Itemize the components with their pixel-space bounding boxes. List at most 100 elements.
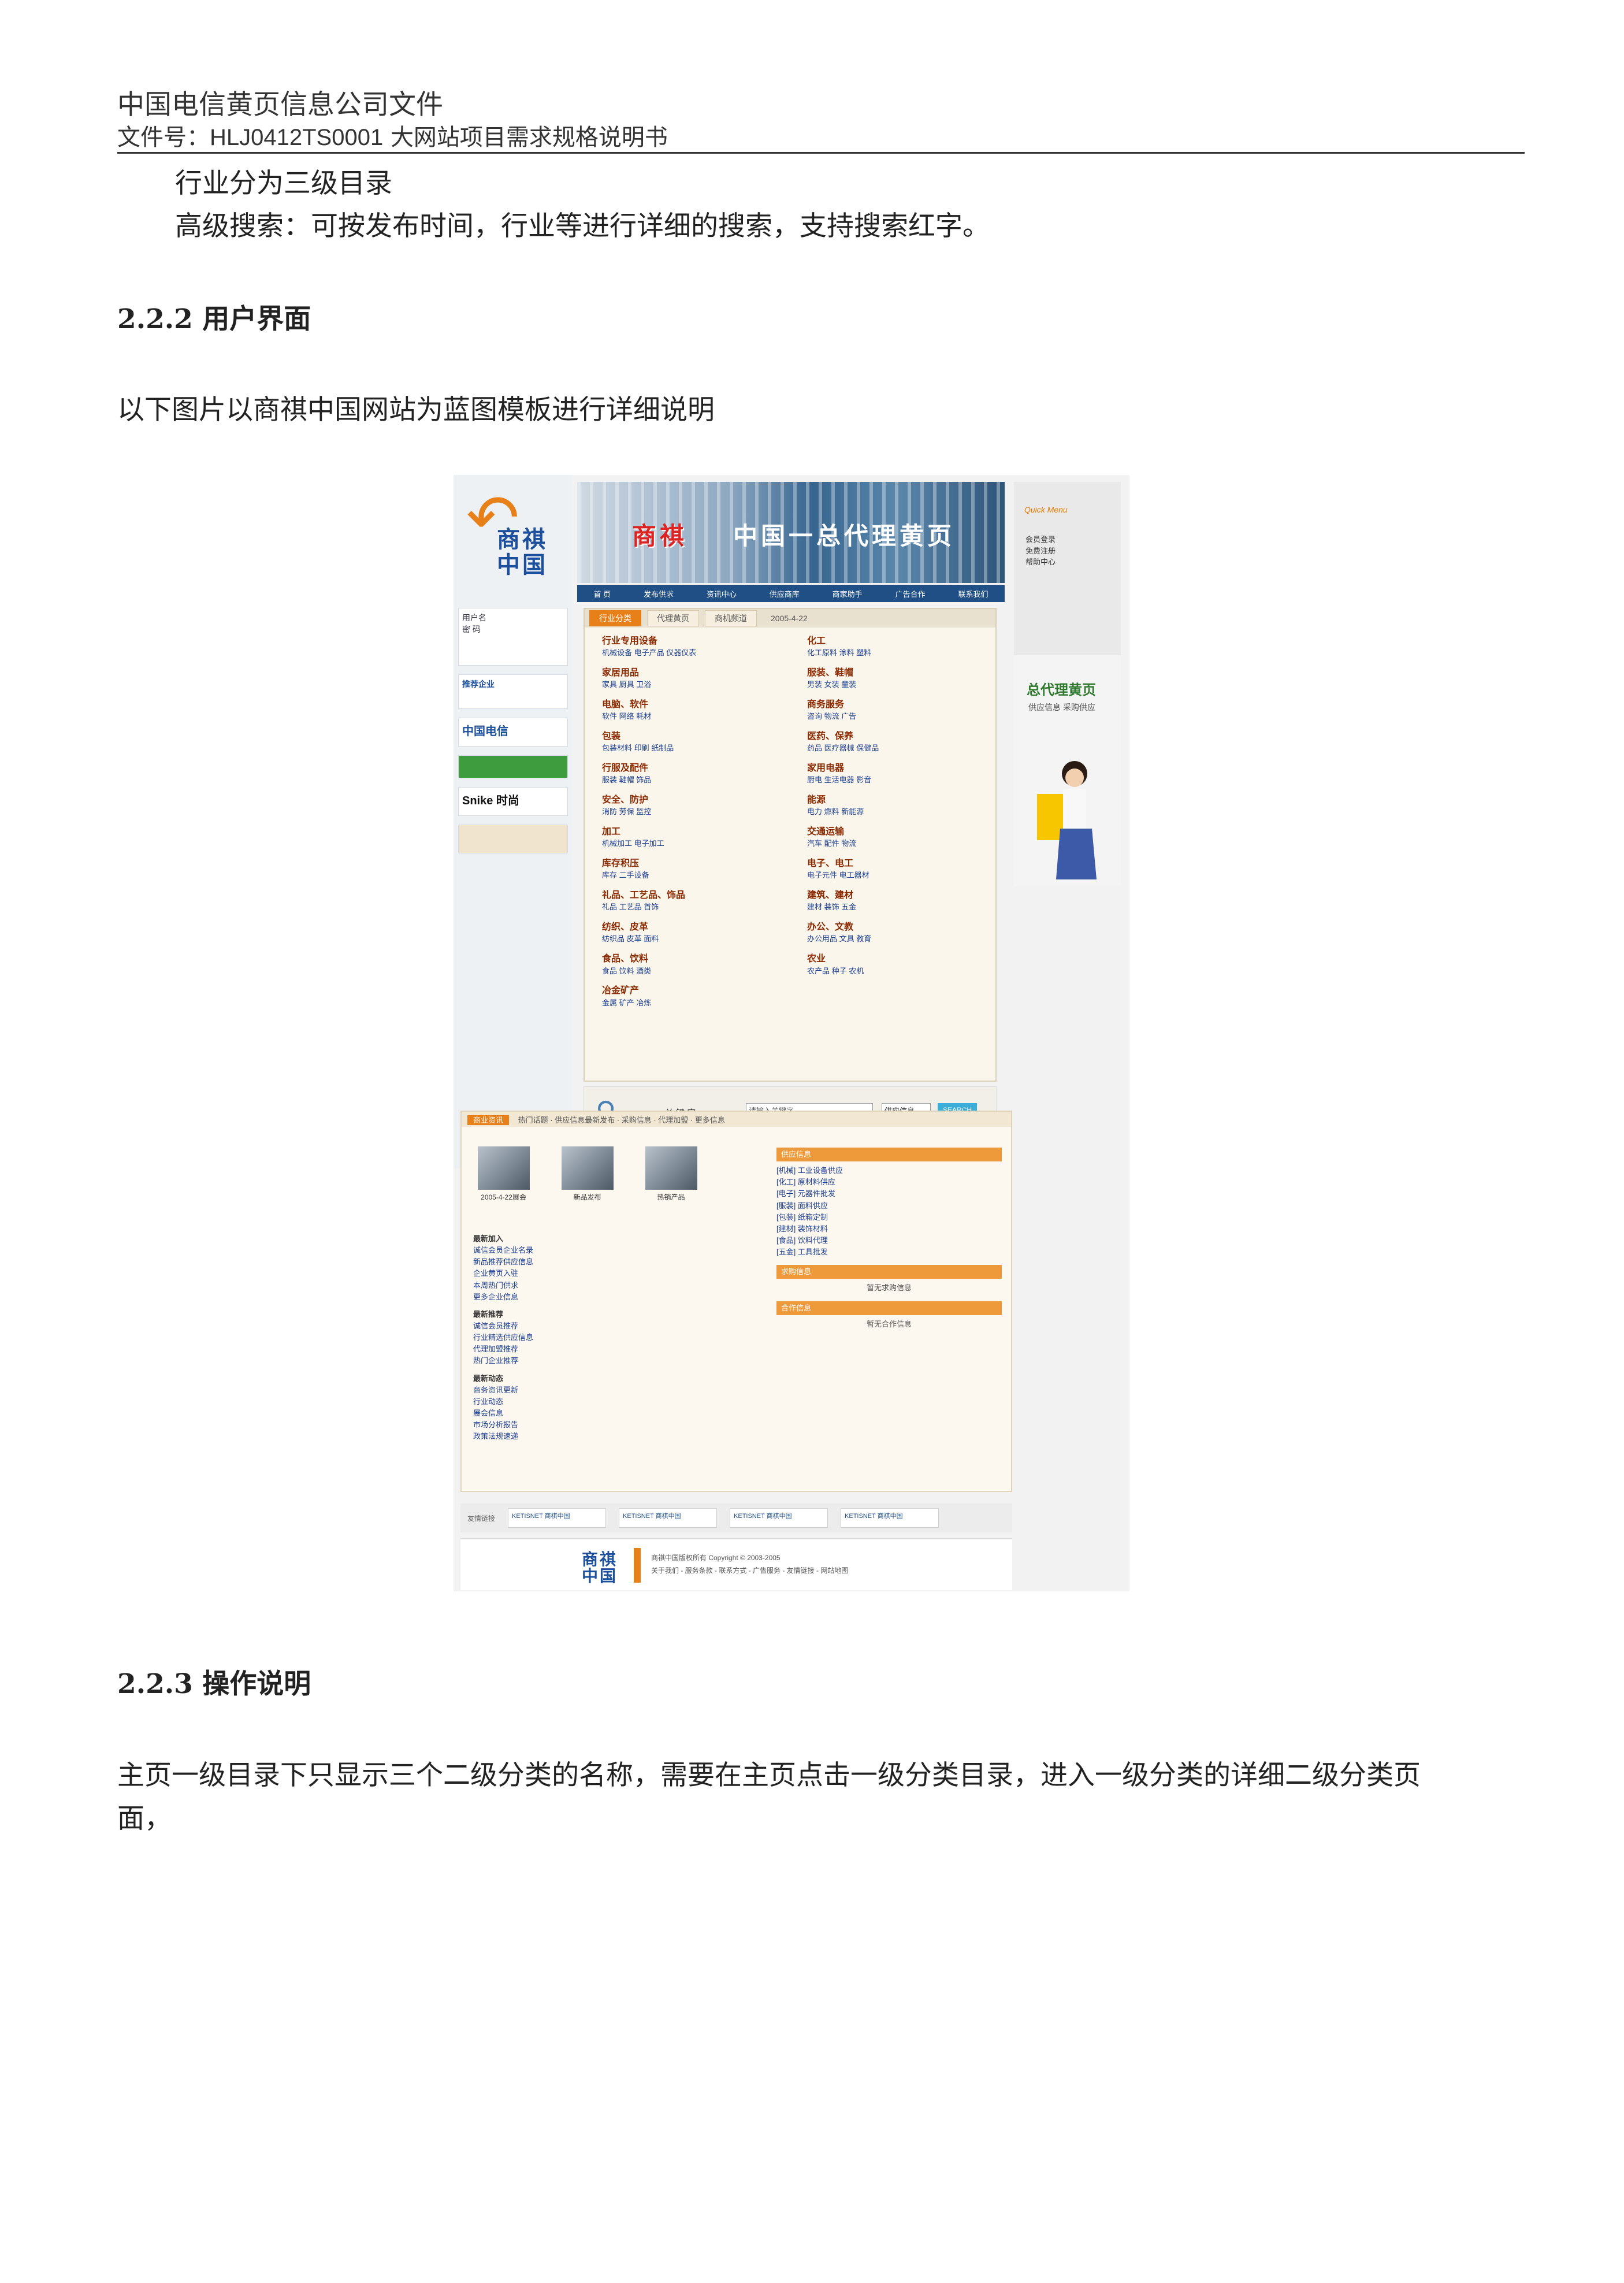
category-item[interactable]: 服装、鞋帽 男装 女装 童装 [807,666,992,691]
news-tag[interactable]: 商业资讯 [467,1115,510,1125]
thumb-image[interactable] [645,1146,697,1190]
list-item[interactable]: 更多企业信息 [473,1291,750,1303]
list-item[interactable]: 行业动态 [473,1396,750,1408]
cat-heading[interactable]: 电脑、软件 [602,698,787,711]
partner-box[interactable]: KETISNET 商祺中国 [619,1508,718,1528]
cat-heading[interactable]: 加工 [602,825,787,838]
list-item[interactable]: 诚信会员企业名录 [473,1245,750,1256]
list-item[interactable]: 展会信息 [473,1408,750,1419]
category-item[interactable]: 交通运输 汽车 配件 物流 [807,825,992,849]
nav-suppliers[interactable]: 供应商库 [770,588,800,599]
thumb-item[interactable]: 新品发布 [557,1146,618,1202]
brand-china-telecom[interactable]: 中国电信 [458,718,568,747]
list-item[interactable]: 代理加盟推荐 [473,1343,750,1355]
category-item[interactable]: 加工 机械加工 电子加工 [602,825,787,849]
list-item[interactable]: 市场分析报告 [473,1419,750,1431]
category-item[interactable]: 家用电器 厨电 生活电器 影音 [807,762,992,786]
list-item[interactable]: [建材] 装饰材料 [776,1223,1002,1235]
category-item[interactable]: 医药、保养 药品 医疗器械 保健品 [807,730,992,754]
ticker-text[interactable]: 热门话题 · 供应信息最新发布 · 采购信息 · 代理加盟 · 更多信息 [518,1116,725,1124]
cat-subs[interactable]: 服装 鞋帽 饰品 [602,775,787,786]
list-item[interactable]: 热门企业推荐 [473,1355,750,1367]
cat-heading[interactable]: 建筑、建材 [807,889,992,902]
nav-publish[interactable]: 发布供求 [644,588,674,599]
cat-subs[interactable]: 纺织品 皮革 面料 [602,934,787,945]
brand-snike[interactable]: Snike 时尚 [458,787,568,816]
partner-box[interactable]: KETISNET 商祺中国 [730,1508,828,1528]
cat-subs[interactable]: 库存 二手设备 [602,870,787,881]
category-item[interactable]: 建筑、建材 建材 装饰 五金 [807,889,992,913]
brand-emblem[interactable] [458,825,568,853]
nav-contact[interactable]: 联系我们 [958,588,988,599]
thumb-image[interactable] [477,1146,530,1190]
list-item[interactable]: 商务资讯更新 [473,1384,750,1396]
cat-subs[interactable]: 农产品 种子 农机 [807,966,992,977]
cat-heading[interactable]: 包装 [602,730,787,743]
thumb-caption[interactable]: 2005-4-22展会 [481,1193,526,1201]
tab-agent[interactable]: 代理黄页 [647,610,699,626]
partner-box[interactable]: KETISNET 商祺中国 [508,1508,607,1528]
thumb-image[interactable] [561,1146,614,1190]
thumb-caption[interactable]: 新品发布 [573,1193,601,1201]
cat-subs[interactable]: 消防 劳保 监控 [602,807,787,818]
cat-heading[interactable]: 医药、保养 [807,730,992,743]
cat-heading[interactable]: 交通运输 [807,825,992,838]
cat-subs[interactable]: 电力 燃料 新能源 [807,807,992,818]
cat-heading[interactable]: 能源 [807,793,992,807]
tab-industry[interactable]: 行业分类 [589,610,641,626]
category-item[interactable]: 纺织、皮革 纺织品 皮革 面料 [602,920,787,945]
cat-heading[interactable]: 化工 [807,634,992,648]
cat-subs[interactable]: 厨电 生活电器 影音 [807,775,992,786]
cat-heading[interactable]: 冶金矿产 [602,984,787,997]
category-item[interactable]: 电脑、软件 软件 网络 耗材 [602,698,787,722]
cat-heading[interactable]: 安全、防护 [602,793,787,807]
nav-home[interactable]: 首 页 [593,588,611,599]
cat-subs[interactable]: 咨询 物流 广告 [807,711,992,722]
cat-heading[interactable]: 食品、饮料 [602,952,787,966]
cat-heading[interactable]: 商务服务 [807,698,992,711]
cat-subs[interactable]: 化工原料 涂料 塑料 [807,648,992,659]
footer-links[interactable]: 关于我们 - 服务条款 - 联系方式 - 广告服务 - 友情链接 - 网站地图 [651,1565,848,1577]
cat-subs[interactable]: 食品 饮料 酒类 [602,966,787,977]
brand-badge-green[interactable] [458,755,568,778]
cat-heading[interactable]: 农业 [807,952,992,966]
quick-link-login[interactable]: 会员登录 [1025,534,1056,545]
thumb-item[interactable]: 热销产品 [641,1146,701,1202]
cat-subs[interactable]: 包装材料 印刷 纸制品 [602,743,787,754]
cat-subs[interactable]: 办公用品 文具 教育 [807,934,992,945]
cat-subs[interactable]: 药品 医疗器械 保健品 [807,743,992,754]
cat-subs[interactable]: 建材 装饰 五金 [807,902,992,913]
thumb-caption[interactable]: 热销产品 [657,1193,685,1201]
list-item[interactable]: 本周热门供求 [473,1280,750,1291]
cat-subs[interactable]: 男装 女装 童装 [807,680,992,691]
cat-subs[interactable]: 电子元件 电工器材 [807,870,992,881]
category-item[interactable]: 安全、防护 消防 劳保 监控 [602,793,787,818]
side-login-box[interactable]: 用户名 密 码 [458,608,568,666]
category-item[interactable]: 包装 包装材料 印刷 纸制品 [602,730,787,754]
category-item[interactable]: 能源 电力 燃料 新能源 [807,793,992,818]
cat-heading[interactable]: 家用电器 [807,762,992,775]
category-item[interactable]: 商务服务 咨询 物流 广告 [807,698,992,722]
list-item[interactable]: 企业黄页入驻 [473,1268,750,1279]
cat-heading[interactable]: 纺织、皮革 [602,920,787,934]
cat-subs[interactable]: 机械设备 电子产品 仪器仪表 [602,648,787,659]
list-item[interactable]: [食品] 饮料代理 [776,1235,1002,1246]
category-item[interactable]: 礼品、工艺品、饰品 礼品 工艺品 首饰 [602,889,787,913]
list-item[interactable]: [化工] 原材料供应 [776,1176,1002,1188]
category-item[interactable]: 冶金矿产 金属 矿产 冶炼 [602,984,787,1008]
list-item[interactable]: [电子] 元器件批发 [776,1188,1002,1200]
list-item[interactable]: [机械] 工业设备供应 [776,1165,1002,1176]
category-item[interactable]: 家居用品 家具 厨具 卫浴 [602,666,787,691]
cat-heading[interactable]: 家居用品 [602,666,787,680]
category-item[interactable]: 库存积压 库存 二手设备 [602,857,787,881]
category-item[interactable]: 农业 农产品 种子 农机 [807,952,992,977]
quick-link-help[interactable]: 帮助中心 [1025,556,1056,568]
tab-business[interactable]: 商机频道 [705,610,757,626]
thumb-item[interactable]: 2005-4-22展会 [473,1146,534,1202]
cat-subs[interactable]: 软件 网络 耗材 [602,711,787,722]
cat-heading[interactable]: 办公、文教 [807,920,992,934]
cat-subs[interactable]: 家具 厨具 卫浴 [602,680,787,691]
category-item[interactable]: 化工 化工原料 涂料 塑料 [807,634,992,659]
agent-ad[interactable]: 总代理黄页 供应信息 采购供应 [1014,655,1121,886]
cat-subs[interactable]: 金属 矿产 冶炼 [602,998,787,1009]
